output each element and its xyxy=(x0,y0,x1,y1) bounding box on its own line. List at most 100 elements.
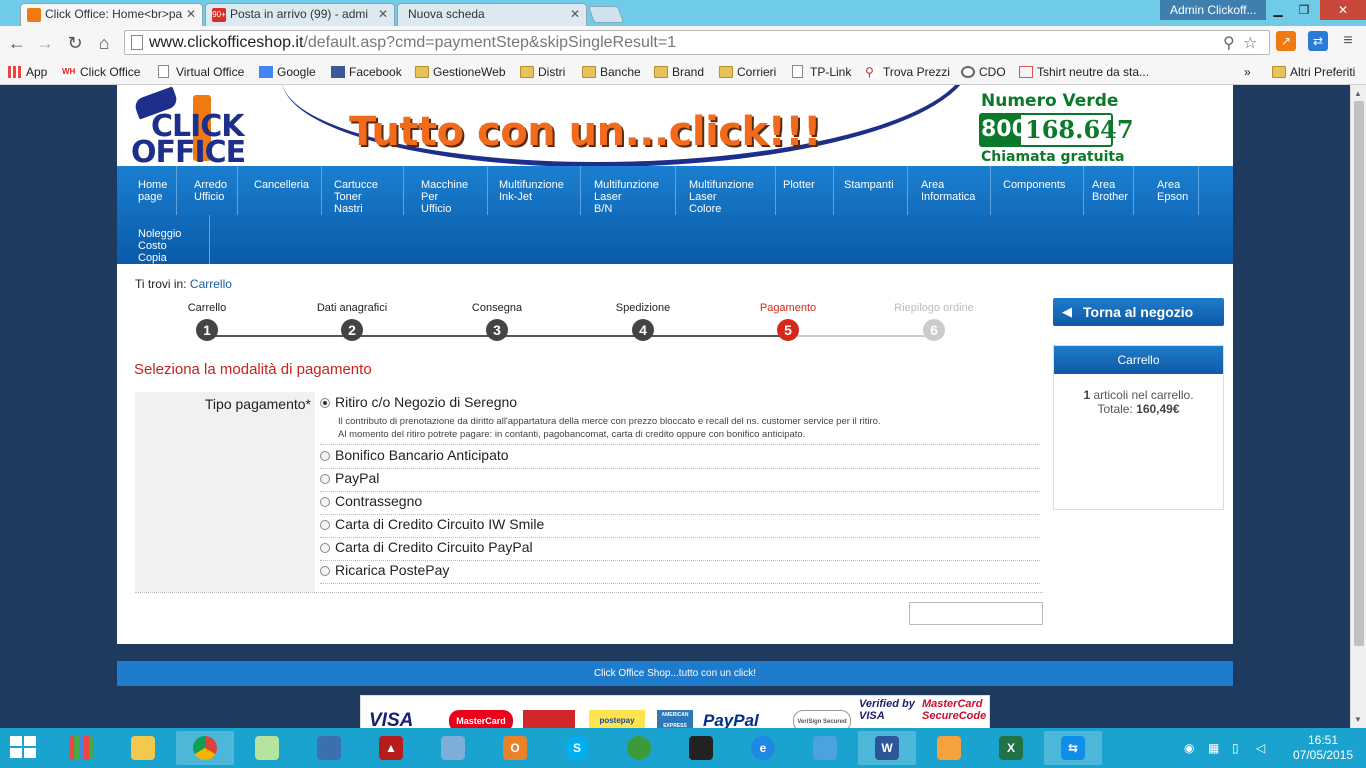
menu-multifunzione-inkjet[interactable]: Multifunzione Ink-Jet xyxy=(491,166,581,215)
bookmark-trova-prezzi[interactable]: ⚲ Trova Prezzi xyxy=(865,62,950,82)
menu-area-brother[interactable]: Area Brother xyxy=(1084,166,1134,215)
radio-paypal[interactable] xyxy=(320,474,330,484)
bookmark-gestioneweb[interactable]: GestioneWeb xyxy=(415,62,506,82)
extension-translate-icon[interactable]: ⇄ xyxy=(1308,31,1328,51)
step-dati-anagrafici[interactable]: Dati anagrafici 2 xyxy=(292,301,412,341)
taskbar-ie-icon[interactable]: e xyxy=(734,731,792,765)
tab-click-office[interactable]: Click Office: Home<br>pa ✕ xyxy=(20,3,203,26)
tray-network-icon[interactable]: ▦ xyxy=(1208,728,1219,768)
step-spedizione[interactable]: Spedizione 4 xyxy=(583,301,703,341)
menu-cancelleria[interactable]: Cancelleria xyxy=(246,166,322,215)
radio-postepay[interactable] xyxy=(320,566,330,576)
bookmark-distri[interactable]: Distri xyxy=(520,62,565,82)
close-window-icon[interactable]: ✕ xyxy=(1320,0,1366,20)
payment-option-ritiro[interactable]: Ritiro c/o Negozio di Seregno Il contrib… xyxy=(320,394,1040,445)
menu-noleggio[interactable]: Noleggio Costo Copia xyxy=(130,215,210,264)
menu-cartucce[interactable]: Cartucce Toner Nastri xyxy=(326,166,404,215)
scroll-down-icon[interactable]: ▼ xyxy=(1354,715,1362,724)
click-office-logo[interactable]: CLICK OFFICE xyxy=(131,86,263,166)
menu-icon[interactable]: ≡ xyxy=(1338,31,1358,51)
radio-iw-smile[interactable] xyxy=(320,520,330,530)
window-user-label[interactable]: Admin Clickoff... xyxy=(1160,0,1267,20)
search-icon[interactable]: ⚲ xyxy=(1223,33,1235,53)
bookmark-star-icon[interactable]: ☆ xyxy=(1243,33,1257,53)
bookmark-facebook[interactable]: Facebook xyxy=(331,62,402,82)
scroll-up-icon[interactable]: ▲ xyxy=(1354,89,1362,98)
taskbar-chrome-icon[interactable] xyxy=(176,731,234,765)
payment-option-postepay[interactable]: Ricarica PostePay xyxy=(320,562,1040,584)
taskbar-notes-icon[interactable] xyxy=(238,731,296,765)
taskbar-globe-icon[interactable] xyxy=(610,731,668,765)
back-arrow-icon[interactable]: ← xyxy=(6,32,28,54)
payment-option-bonifico[interactable]: Bonifico Bancario Anticipato xyxy=(320,447,1040,469)
taskbar-app-icon[interactable] xyxy=(920,731,978,765)
tray-volume-icon[interactable]: ◁ xyxy=(1256,728,1265,768)
bookmark-banche[interactable]: Banche xyxy=(582,62,641,82)
taskbar-network-icon[interactable] xyxy=(300,731,358,765)
tab-new[interactable]: Nuova scheda ✕ xyxy=(397,3,587,26)
step-carrello[interactable]: Carrello 1 xyxy=(147,301,267,341)
tray-chrome-icon[interactable]: ◉ xyxy=(1184,728,1194,768)
breadcrumb-link-carrello[interactable]: Carrello xyxy=(190,277,232,291)
menu-home[interactable]: Home page xyxy=(130,166,177,215)
payment-option-cc-paypal[interactable]: Carta di Credito Circuito PayPal xyxy=(320,539,1040,561)
taskbar-clock[interactable]: 16:51 07/05/2015 xyxy=(1288,733,1358,763)
home-icon[interactable]: ⌂ xyxy=(93,32,115,54)
bookmark-tp-link[interactable]: TP-Link xyxy=(792,62,851,82)
reload-icon[interactable]: ↻ xyxy=(64,32,86,54)
payment-option-iw-smile[interactable]: Carta di Credito Circuito IW Smile xyxy=(320,516,1040,538)
scrollbar-thumb[interactable] xyxy=(1354,101,1364,646)
payment-option-paypal[interactable]: PayPal xyxy=(320,470,1040,492)
taskbar-teamviewer-icon[interactable]: ⇆ xyxy=(1044,731,1102,765)
radio-ritiro[interactable] xyxy=(320,398,330,408)
taskbar-camera-icon[interactable] xyxy=(672,731,730,765)
extension-chart-icon[interactable]: ↗ xyxy=(1276,31,1296,51)
maximize-icon[interactable]: ❐ xyxy=(1291,0,1317,20)
url-text[interactable]: www.clickofficeshop.it/default.asp?cmd=p… xyxy=(149,34,676,52)
radio-cc-paypal[interactable] xyxy=(320,543,330,553)
tab-gmail[interactable]: 90+ Posta in arrivo (99) - admi ✕ xyxy=(205,3,395,26)
menu-arredo-ufficio[interactable]: Arredo Ufficio xyxy=(186,166,238,215)
tray-battery-icon[interactable]: ▯ xyxy=(1232,728,1239,768)
address-bar[interactable]: www.clickofficeshop.it/default.asp?cmd=p… xyxy=(124,30,1270,55)
forward-arrow-icon[interactable]: → xyxy=(34,32,56,54)
taskbar-control-panel-icon[interactable] xyxy=(424,731,482,765)
close-tab-icon[interactable]: ✕ xyxy=(570,4,580,25)
taskbar-explorer-icon[interactable] xyxy=(114,731,172,765)
radio-bonifico[interactable] xyxy=(320,451,330,461)
new-tab-button[interactable] xyxy=(587,6,625,23)
close-tab-icon[interactable]: ✕ xyxy=(378,4,388,25)
menu-multifunzione-laser-colore[interactable]: Multifunzione Laser Colore xyxy=(681,166,776,215)
radio-contrassegno[interactable] xyxy=(320,497,330,507)
more-bookmarks-icon[interactable]: » xyxy=(1230,62,1251,82)
windows-start-icon[interactable] xyxy=(10,736,38,760)
minimize-icon[interactable]: ▁ xyxy=(1265,0,1291,20)
payment-option-contrassegno[interactable]: Contrassegno xyxy=(320,493,1040,515)
close-tab-icon[interactable]: ✕ xyxy=(186,4,196,25)
taskbar-quill-icon[interactable] xyxy=(796,731,854,765)
back-to-shop-button[interactable]: ◀ Torna al negozio xyxy=(1053,298,1224,326)
bookmark-google[interactable]: Google xyxy=(259,62,316,82)
bookmark-virtual-office[interactable]: Virtual Office xyxy=(158,62,244,82)
bookmark-app[interactable]: App xyxy=(8,62,47,82)
menu-area-informatica[interactable]: Area Informatica xyxy=(913,166,991,215)
menu-macchine[interactable]: Macchine Per Ufficio xyxy=(413,166,488,215)
bookmark-altri-preferiti[interactable]: Altri Preferiti xyxy=(1272,62,1355,82)
menu-plotter[interactable]: Plotter xyxy=(775,166,834,215)
cart-title[interactable]: Carrello xyxy=(1054,346,1223,374)
bookmark-click-office[interactable]: WH Click Office xyxy=(62,62,140,82)
bookmark-cdo[interactable]: CDO xyxy=(961,62,1006,82)
step-consegna[interactable]: Consegna 3 xyxy=(437,301,557,341)
continue-button[interactable] xyxy=(909,602,1043,625)
bookmark-corrieri[interactable]: Corrieri xyxy=(719,62,776,82)
bookmark-tshirt[interactable]: Tshirt neutre da sta... xyxy=(1019,62,1149,82)
menu-area-epson[interactable]: Area Epson xyxy=(1149,166,1199,215)
taskbar-apps-icon[interactable] xyxy=(52,731,110,765)
bookmark-brand[interactable]: Brand xyxy=(654,62,704,82)
vertical-scrollbar[interactable]: ▲ ▼ xyxy=(1350,85,1366,728)
menu-multifunzione-laser-bn[interactable]: Multifunzione Laser B/N xyxy=(586,166,676,215)
menu-stampanti[interactable]: Stampanti xyxy=(836,166,908,215)
menu-components[interactable]: Components xyxy=(995,166,1084,215)
taskbar-skype-icon[interactable]: S xyxy=(548,731,606,765)
taskbar-word-icon[interactable]: W xyxy=(858,731,916,765)
